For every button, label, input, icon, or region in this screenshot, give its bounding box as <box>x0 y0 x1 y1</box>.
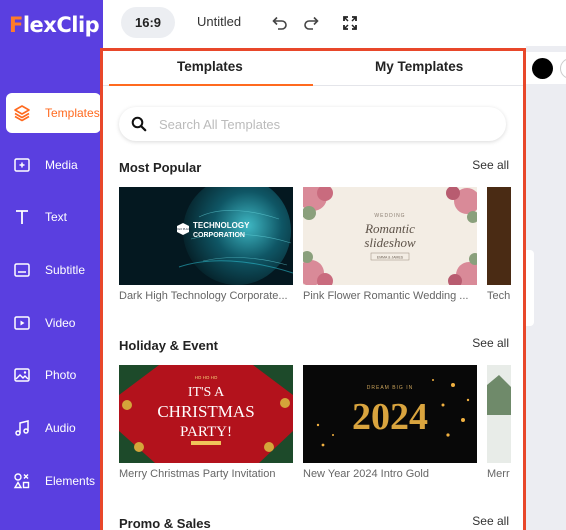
svg-text:slideshow: slideshow <box>364 235 416 250</box>
tab-my-templates[interactable]: My Templates <box>375 59 463 74</box>
svg-text:2024: 2024 <box>352 396 428 438</box>
see-all-link[interactable]: See all <box>472 336 509 350</box>
fullscreen-icon[interactable] <box>340 13 360 33</box>
tab-templates[interactable]: Templates <box>177 59 243 74</box>
undo-icon[interactable] <box>269 13 289 33</box>
template-caption: New Year 2024 Intro Gold <box>303 468 429 480</box>
audio-icon <box>12 418 32 438</box>
svg-text:DREAM BIG IN: DREAM BIG IN <box>367 385 413 391</box>
template-thumbnail-new-year[interactable]: DREAM BIG IN 2024 <box>303 365 477 463</box>
sidebar-item-label: Elements <box>45 474 96 488</box>
search-bar[interactable] <box>119 107 506 141</box>
sidebar-item-video[interactable]: Video <box>6 303 102 343</box>
sidebar-item-templates[interactable]: Templates <box>6 93 101 133</box>
template-caption: Merr <box>487 468 510 480</box>
media-add-icon <box>12 155 32 175</box>
sidebar-item-label: Audio <box>45 421 76 435</box>
template-caption: Merry Christmas Party Invitation <box>119 468 276 480</box>
sidebar-item-subtitle[interactable]: Subtitle <box>6 250 102 290</box>
see-all-link[interactable]: See all <box>472 158 509 172</box>
sidebar-item-label: Media <box>45 158 78 172</box>
sidebar-item-label: Templates <box>45 106 100 120</box>
svg-text:LOGO PLACE: LOGO PLACE <box>175 228 191 231</box>
sidebar-item-label: Subtitle <box>45 263 86 277</box>
svg-text:IT'S A: IT'S A <box>188 385 225 400</box>
template-caption: Dark High Technology Corporate... <box>119 290 288 302</box>
svg-text:WEDDING: WEDDING <box>374 213 405 219</box>
photo-icon <box>12 365 32 385</box>
svg-text:CHRISTMAS: CHRISTMAS <box>157 402 254 421</box>
templates-panel: Templates My Templates Most Popular See … <box>103 46 526 530</box>
project-title[interactable]: Untitled <box>197 14 241 29</box>
template-caption: Tech <box>487 290 511 302</box>
section-title-holiday-event: Holiday & Event <box>119 338 218 353</box>
svg-text:HO HO HO: HO HO HO <box>195 375 218 380</box>
video-icon <box>12 313 32 333</box>
svg-text:Romantic: Romantic <box>364 221 415 236</box>
see-all-link[interactable]: See all <box>472 514 509 528</box>
flexclip-logo[interactable]: FlexClip <box>9 12 100 38</box>
template-thumbnail-christmas[interactable]: HO HO HO IT'S A CHRISTMAS PARTY! <box>119 365 293 463</box>
template-thumbnail-technology[interactable]: LOGO PLACE TECHNOLOGY CORPORATION <box>119 187 293 285</box>
sidebar-item-label: Text <box>45 210 68 224</box>
layers-icon <box>12 103 32 123</box>
svg-text:CORPORATION: CORPORATION <box>193 232 245 239</box>
template-thumbnail-partial[interactable] <box>487 365 511 463</box>
sidebar-item-media[interactable]: Media <box>6 145 102 185</box>
collapse-panel-handle[interactable] <box>524 250 534 326</box>
elements-icon <box>12 471 32 491</box>
text-icon <box>12 207 32 227</box>
redo-icon[interactable] <box>302 13 322 33</box>
svg-text:EMMA & JAMES: EMMA & JAMES <box>377 256 404 260</box>
sidebar-item-label: Photo <box>45 368 77 382</box>
template-thumbnail-wedding[interactable]: WEDDING Romantic slideshow EMMA & JAMES <box>303 187 477 285</box>
subtitle-icon <box>12 260 32 280</box>
sidebar-item-elements[interactable]: Elements <box>6 461 102 501</box>
section-title-most-popular: Most Popular <box>119 160 202 175</box>
template-thumbnail-partial[interactable] <box>487 187 511 285</box>
color-swatch-black[interactable] <box>532 58 553 79</box>
svg-text:TECHNOLOGY: TECHNOLOGY <box>193 221 250 230</box>
sidebar-item-photo[interactable]: Photo <box>6 355 102 395</box>
panel-tabs: Templates My Templates <box>103 46 526 86</box>
aspect-ratio-button[interactable]: 16:9 <box>121 7 175 38</box>
svg-text:PARTY!: PARTY! <box>180 424 232 440</box>
section-title-promo-sales: Promo & Sales <box>119 516 211 530</box>
sidebar-item-audio[interactable]: Audio <box>6 408 102 448</box>
template-caption: Pink Flower Romantic Wedding ... <box>303 290 469 302</box>
active-tab-indicator <box>109 84 313 86</box>
flexclip-editor: FlexClip Templates Media Text Subtitle V… <box>0 0 566 530</box>
search-input[interactable] <box>159 116 479 132</box>
sidebar-item-label: Video <box>45 316 76 330</box>
sidebar: FlexClip Templates Media Text Subtitle V… <box>0 0 103 530</box>
sidebar-item-text[interactable]: Text <box>6 197 102 237</box>
search-icon <box>131 116 147 132</box>
top-bar: 16:9 Untitled <box>103 0 566 46</box>
